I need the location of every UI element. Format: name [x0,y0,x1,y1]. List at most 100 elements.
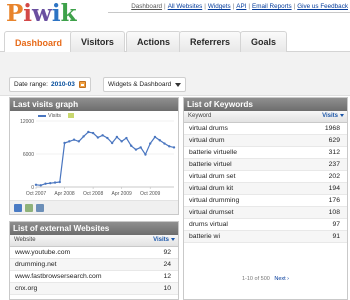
table-row[interactable]: virtual drumset 108 [184,206,347,219]
tab-referrers[interactable]: Referrers [179,31,242,52]
topnav-dashboard-link[interactable]: Dashboard [131,3,162,10]
data-point [106,136,109,140]
topnav-separator: | [248,3,251,10]
table-row[interactable]: cnx.org 10 [10,282,178,295]
pagination-next-link[interactable]: Next › [274,276,289,282]
data-point [168,145,171,148]
chart-legend: Visits [38,113,75,119]
data-point [53,181,57,184]
visits-cell: 91 [315,230,347,243]
visits-cell: 12 [146,270,178,283]
logo-letter: w [32,0,52,27]
table-row[interactable]: virtual drum 629 [184,134,347,147]
column-header-keyword[interactable]: Keyword [184,111,315,123]
piwik-logo[interactable]: P i w i k [6,0,77,28]
date-range-selector[interactable]: Date range: 2010-03 [9,77,91,92]
topnav-divider [108,12,350,13]
x-tick-label: Oct 2007 [26,191,47,197]
data-point [96,136,100,139]
column-header-label: Visits [322,113,338,120]
keyword-cell: drums virtual [184,218,315,231]
column-header-visits[interactable]: Visits [146,235,178,247]
table-row[interactable]: drumming.net 24 [10,258,178,271]
keyword-cell: virtual drums [184,122,315,135]
widgets-dashboard-menu[interactable]: Widgets & Dashboard [103,77,187,92]
topnav-all-websites-link[interactable]: All Websites [168,3,203,10]
table-view-icon[interactable] [36,204,44,212]
data-point [139,146,142,149]
keyword-cell: batterie virtuel [184,158,315,171]
logo-letter: i [23,0,33,27]
table-row[interactable]: virtual drums 1968 [184,122,347,135]
calendar-icon[interactable] [78,81,86,88]
chart-view-icon[interactable] [14,204,22,212]
website-cell: drumming.net [10,258,146,271]
visits-cell: 629 [315,134,347,147]
table-row[interactable]: www.youtube.com 92 [10,246,178,259]
tab-goals[interactable]: Goals [240,31,288,52]
keyword-cell: virtual drum kit [184,182,315,195]
topnav-email-reports-link[interactable]: Email Reports [252,3,292,10]
table-row[interactable]: virtual drum set 202 [184,170,347,183]
widget-title[interactable]: List of external Websites [10,222,178,235]
keyword-cell: virtual drum set [184,170,315,183]
data-point [172,146,176,149]
column-header-visits[interactable]: Visits [315,111,347,123]
data-point [149,142,152,145]
visits-cell: 10 [146,282,178,295]
visits-chart-area: 0 6000 12000 Oct 2007 Apr 2008 Oct 2008 Apr 20… [10,111,178,201]
top-navigation: Dashboard | All Websites | Widgets | API | Email… [131,3,348,10]
visits-line-chart: 0600012000Oct 2007 Apr 2008 Oct 2008 Apr 20… [20,119,176,197]
sort-desc-icon [340,114,344,118]
pagination-range: 1-10 of 500 [241,276,270,282]
website-cell: www.youtube.com [10,246,146,259]
widget-title[interactable]: List of Keywords [184,98,347,111]
tab-actions[interactable]: Actions [126,31,182,52]
y-tick-label: 6000 [23,152,34,158]
table-row[interactable]: batterie wi 91 [184,230,347,243]
data-point [77,140,81,143]
widget-title[interactable]: Last visits graph [10,98,178,111]
visits-cell: 312 [315,146,347,159]
visits-cell: 92 [146,246,178,259]
data-point [134,148,138,151]
chevron-down-icon [175,82,182,87]
tab-dashboard[interactable]: Dashboard [4,31,74,53]
image-export-icon[interactable] [25,204,33,212]
table-row[interactable]: batterie virtuelle 312 [184,146,347,159]
data-point [125,136,128,140]
data-point [163,142,166,145]
legend-label: Visits [48,113,62,119]
data-point [44,182,47,185]
data-point [82,135,85,138]
topnav-widgets-link[interactable]: Widgets [208,3,231,10]
table-row[interactable]: www.fastbrowsersearch.com 12 [10,270,178,283]
y-tick-label: 12000 [20,119,34,125]
keywords-widget: List of Keywords Keyword Visits virtual … [183,97,348,300]
table-row[interactable]: drums virtual 97 [184,218,347,231]
topnav-feedback-link[interactable]: Give us Feedback [297,3,348,10]
graph-footer [10,200,178,214]
data-point [144,153,147,156]
logo-letter: k [60,0,77,27]
data-point [58,180,61,184]
graph-options-icon[interactable] [68,113,75,119]
table-row[interactable]: virtual drum kit 194 [184,182,347,195]
website-cell: cnx.org [10,282,146,295]
keyword-cell: batterie virtuelle [184,146,315,159]
topnav-api-link[interactable]: API [236,3,246,10]
data-point [153,135,157,139]
table-row[interactable]: virtual drumming 176 [184,194,347,207]
websites-table: Website Visits www.youtube.com 92 drummin… [10,235,178,295]
table-row[interactable]: batterie virtuel 237 [184,158,347,171]
topnav-separator: | [164,3,166,10]
visits-cell: 24 [146,258,178,271]
tab-visitors[interactable]: Visitors [70,31,125,52]
keyword-cell: virtual drumming [184,194,315,207]
data-point [87,130,90,134]
data-point [49,181,52,185]
column-header-website[interactable]: Website [10,235,146,247]
data-point [91,131,95,135]
keywords-table: Keyword Visits virtual drums 1968 virtual… [184,111,347,243]
data-point [158,139,161,142]
